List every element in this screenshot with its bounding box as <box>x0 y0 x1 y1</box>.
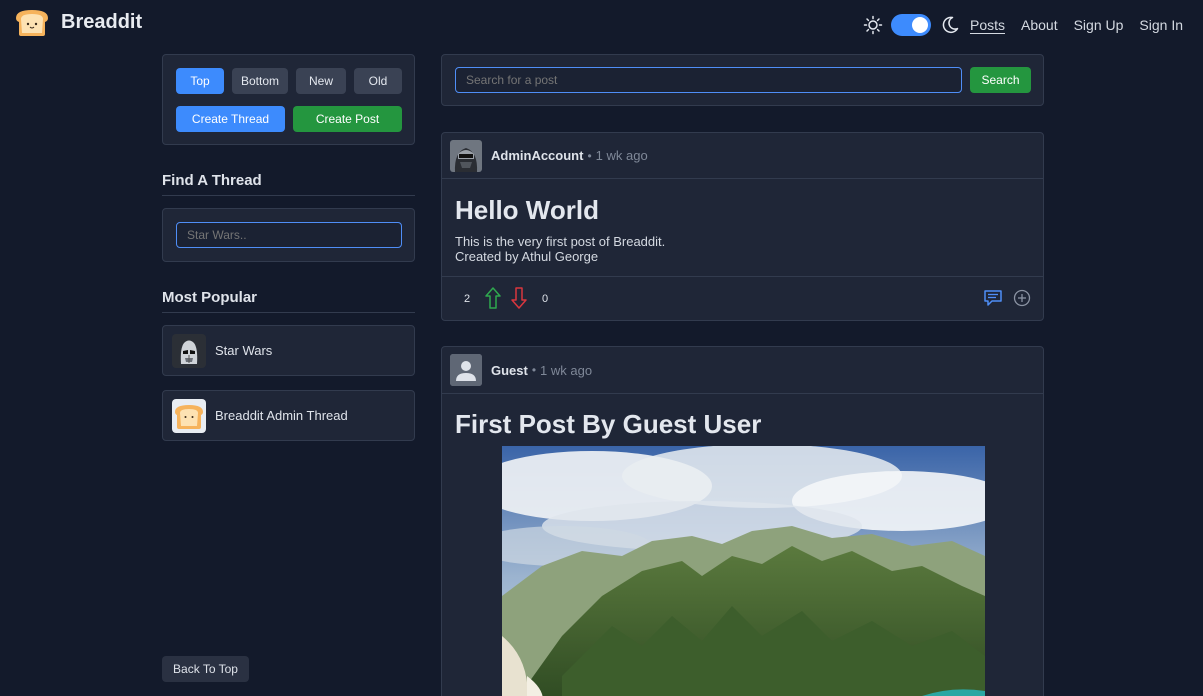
popular-thread-item[interactable]: Star Wars <box>162 325 415 376</box>
downvote-count: 0 <box>542 293 549 305</box>
sort-bottom-button[interactable]: Bottom <box>232 68 288 94</box>
guest-avatar-icon[interactable] <box>450 354 482 386</box>
find-thread-input[interactable] <box>176 222 402 248</box>
find-thread-panel <box>162 208 415 262</box>
popular-thread-label: Breaddit Admin Thread <box>215 408 348 423</box>
post-body-line: This is the very first post of Breaddit. <box>455 234 666 249</box>
nav-sign-in[interactable]: Sign In <box>1139 17 1183 33</box>
search-button[interactable]: Search <box>970 67 1031 93</box>
nav-sign-up[interactable]: Sign Up <box>1074 17 1124 33</box>
create-thread-button[interactable]: Create Thread <box>176 106 285 132</box>
toggle-knob <box>911 17 928 33</box>
most-popular-title: Most Popular <box>162 289 258 306</box>
create-post-button[interactable]: Create Post <box>293 106 402 132</box>
post-header: AdminAccount • 1 wk ago <box>442 133 1043 179</box>
post-time: 1 wk ago <box>595 148 648 163</box>
bread-logo-icon <box>12 7 52 37</box>
sun-icon <box>863 15 883 35</box>
divider <box>162 195 415 196</box>
post-title[interactable]: First Post By Guest User <box>455 409 761 440</box>
add-circle-icon[interactable] <box>1013 289 1031 312</box>
post-search-input[interactable] <box>455 67 962 93</box>
sort-new-button[interactable]: New <box>296 68 346 94</box>
sort-old-button[interactable]: Old <box>354 68 402 94</box>
sort-top-button[interactable]: Top <box>176 68 224 94</box>
divider <box>162 312 415 313</box>
comment-icon[interactable] <box>983 289 1003 312</box>
moon-icon <box>940 15 960 35</box>
post-title[interactable]: Hello World <box>455 195 599 226</box>
post-body-line: Created by Athul George <box>455 249 599 264</box>
post-author[interactable]: AdminAccount <box>491 148 583 163</box>
popular-thread-item[interactable]: Breaddit Admin Thread <box>162 390 415 441</box>
downvote-arrow-icon[interactable] <box>510 286 528 315</box>
post-header: Guest • 1 wk ago <box>442 347 1043 394</box>
sort-panel: Top Bottom New Old Create Thread Create … <box>162 54 415 145</box>
mountain-coastline-photo <box>502 446 985 696</box>
separator-dot: • <box>531 363 537 377</box>
post-time: 1 wk ago <box>540 362 593 378</box>
nav-posts[interactable]: Posts <box>970 17 1005 33</box>
brand[interactable]: Breaddit <box>12 7 142 37</box>
top-navbar: Breaddit Posts About Sign Up Sign In <box>0 0 1203 48</box>
find-thread-title: Find A Thread <box>162 172 262 189</box>
nav-about[interactable]: About <box>1021 17 1058 33</box>
post-card: AdminAccount • 1 wk ago Hello World This… <box>441 132 1044 321</box>
upvote-count: 2 <box>464 293 471 305</box>
popular-thread-label: Star Wars <box>215 343 273 358</box>
stormtrooper-avatar-icon <box>172 333 206 368</box>
separator-dot: • <box>587 148 592 163</box>
post-footer: 2 0 <box>442 276 1043 320</box>
post-author[interactable]: Guest <box>491 363 528 378</box>
admin-avatar-icon[interactable] <box>450 139 482 172</box>
theme-toggle[interactable] <box>890 14 931 36</box>
search-panel: Search <box>441 54 1044 106</box>
brand-name: Breaddit <box>61 10 143 33</box>
nav-bar: Posts About Sign Up Sign In <box>863 14 1183 36</box>
back-to-top-button[interactable]: Back To Top <box>162 656 249 682</box>
upvote-arrow-icon[interactable] <box>484 286 502 315</box>
bread-avatar-icon <box>172 398 206 433</box>
post-card: Guest • 1 wk ago First Post By Guest Use… <box>441 346 1044 696</box>
